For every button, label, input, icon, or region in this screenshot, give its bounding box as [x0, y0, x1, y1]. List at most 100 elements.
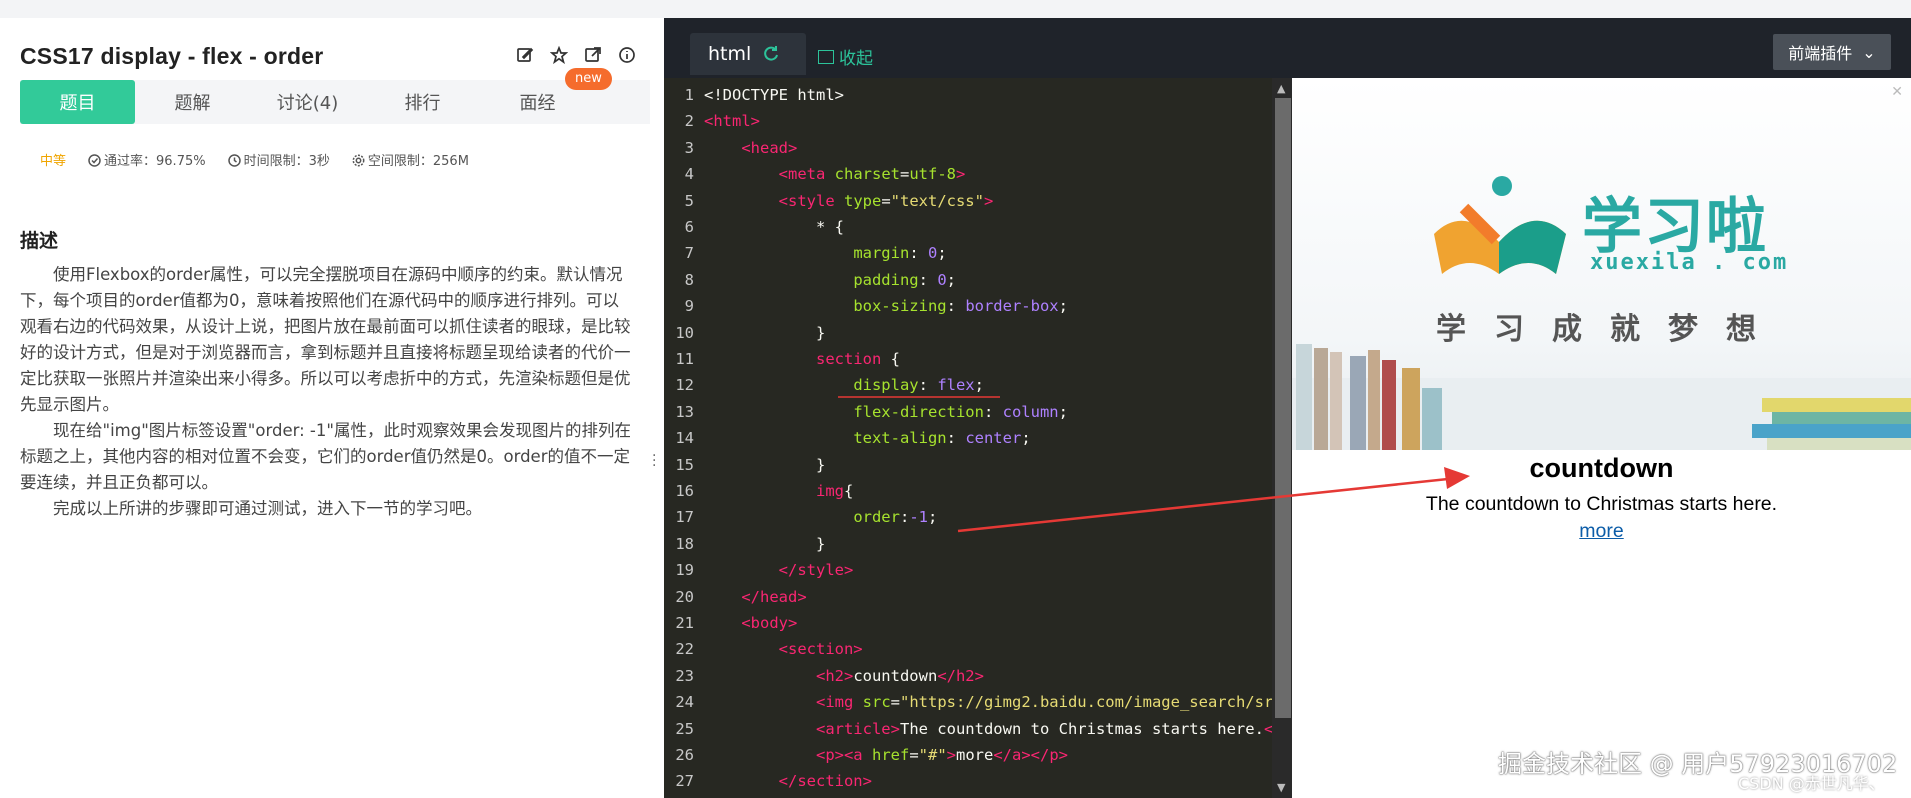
star-icon[interactable] [549, 45, 569, 65]
tab-discussion[interactable]: 讨论(4) [250, 80, 365, 124]
line-number: 18 [675, 534, 694, 553]
page-title: CSS17 display - flex - order [20, 42, 324, 69]
code-line[interactable]: 15 } [664, 452, 825, 478]
code-line[interactable]: 5 <style type="text/css"> [664, 188, 994, 214]
code-line[interactable]: 19 </style> [664, 557, 853, 583]
panel-resize-handle[interactable]: · · · [652, 449, 656, 473]
line-number: 5 [684, 191, 694, 210]
code-token: <!DOCTYPE html> [704, 86, 844, 104]
code-token: </section> [778, 772, 872, 791]
code-line[interactable]: 10 } [664, 320, 825, 346]
tab-problem[interactable]: 题目 [20, 80, 135, 124]
code-token: "text/css" [890, 191, 984, 210]
code-line[interactable]: 25 <article>The countdown to Christmas s… [664, 716, 1273, 742]
code-token: : [983, 402, 1003, 421]
code-token: : [909, 244, 928, 263]
code-token: <style [778, 191, 844, 210]
code-token: </head> [741, 587, 807, 606]
code-line[interactable]: 27 </section> [664, 768, 872, 794]
line-number: 17 [675, 508, 694, 527]
description-body: 使用Flexbox的order属性，可以完全摆脱项目在源码中顺序的约束。默认情况… [20, 262, 632, 522]
html-tab-label: html [708, 43, 752, 65]
line-number: 21 [675, 614, 694, 632]
code-line[interactable]: 6 * { [664, 214, 844, 240]
check-circle-icon [88, 154, 101, 167]
code-token: } [704, 455, 826, 474]
code-line[interactable]: 21 <body> [664, 610, 797, 636]
code-line[interactable]: 3 <head> [664, 135, 798, 161]
code-line[interactable]: 4 <meta charset=utf-8> [664, 161, 966, 187]
code-token: ; [937, 244, 947, 263]
code-token: display [853, 376, 919, 395]
close-icon[interactable]: ✕ [1891, 84, 1903, 100]
scroll-up-icon[interactable]: ▲ [1277, 82, 1285, 95]
code-area[interactable]: 1 <!DOCTYPE html> 2 <html> 3 <head> 4 <meta c… [664, 78, 1274, 798]
code-token: flex-direction [853, 402, 984, 421]
line-number: 26 [675, 746, 694, 764]
code-token: text-align [853, 429, 947, 448]
line-number: 8 [684, 270, 694, 289]
scroll-down-icon[interactable]: ▼ [1277, 781, 1285, 794]
code-line[interactable]: 1 <!DOCTYPE html> [664, 82, 844, 108]
share-icon[interactable] [584, 46, 602, 64]
plugin-dropdown[interactable]: 前端插件 ⌄ [1773, 34, 1891, 70]
code-token: more [956, 746, 994, 764]
code-line[interactable]: 22 <section> [664, 636, 862, 662]
collapse-button[interactable]: 收起 [818, 44, 873, 69]
line-number: 25 [675, 719, 694, 738]
code-line[interactable]: 20 </head> [664, 584, 807, 610]
line-number: 3 [684, 138, 694, 157]
line-number: 13 [675, 402, 694, 421]
code-line[interactable]: 14 text-align: center; [664, 425, 1031, 451]
preview-more-link[interactable]: more [1579, 520, 1623, 542]
preview-pane: 学习啦 xuexila . com 学习成就梦想 ✕ countdown The… [1292, 78, 1911, 798]
code-token: <h2> [815, 666, 854, 685]
editor-scrollbar[interactable]: ▲ ▼ [1272, 78, 1294, 798]
code-token: { [843, 482, 854, 500]
line-number: 19 [675, 561, 694, 580]
edit-icon[interactable] [516, 46, 534, 64]
info-icon[interactable] [618, 46, 636, 64]
code-token: ; [928, 508, 938, 527]
description-paragraph: 使用Flexbox的order属性，可以完全摆脱项目在源码中顺序的约束。默认情况… [20, 265, 631, 414]
line-number: 27 [675, 772, 694, 791]
preview-article: The countdown to Christmas starts here. [1425, 493, 1778, 515]
code-token: = [890, 693, 900, 712]
code-token: = [899, 165, 910, 184]
scrollbar-thumb[interactable] [1275, 98, 1291, 718]
code-line[interactable]: 9 box-sizing: border-box; [664, 293, 1068, 319]
code-line[interactable]: 11 section { [664, 346, 900, 372]
line-number: 23 [675, 666, 694, 685]
code-line[interactable]: 8 padding: 0; [664, 267, 956, 293]
code-line[interactable]: 23 <h2>countdown</h2> [664, 663, 984, 689]
code-line[interactable]: 26 <p><a href="#">more</a></p> [664, 742, 1068, 768]
code-token: "https://gimg2.baidu.com/image_search/sr [900, 693, 1274, 712]
code-line[interactable]: 2 <html> [664, 108, 760, 134]
code-line[interactable]: 24 <img src="https://gimg2.baidu.com/ima… [664, 689, 1273, 715]
code-token: countdown [853, 666, 938, 685]
tab-ranking[interactable]: 排行 [365, 80, 480, 124]
tab-html[interactable]: html [690, 33, 806, 75]
code-token: ; [1058, 297, 1068, 316]
tab-solutions[interactable]: 题解 [135, 80, 250, 124]
code-line[interactable]: 7 margin: 0; [664, 240, 947, 266]
plugin-label: 前端插件 [1788, 44, 1853, 63]
code-line[interactable]: 18 } [664, 531, 825, 557]
code-line[interactable]: 16 img{ [664, 478, 853, 504]
line-number: 20 [675, 587, 694, 606]
line-number: 4 [684, 165, 694, 184]
code-token: "#" [918, 746, 947, 764]
code-line[interactable]: 12 display: flex; [664, 372, 984, 398]
code-line[interactable]: 13 flex-direction: column; [664, 399, 1068, 425]
refresh-icon[interactable] [761, 44, 781, 64]
code-token: order [853, 508, 900, 527]
code-token: ; [1021, 429, 1031, 448]
pass-rate: 通过率：96.75% [88, 150, 206, 169]
line-number: 24 [675, 693, 694, 712]
code-line[interactable]: 17 order:-1; [664, 504, 937, 530]
